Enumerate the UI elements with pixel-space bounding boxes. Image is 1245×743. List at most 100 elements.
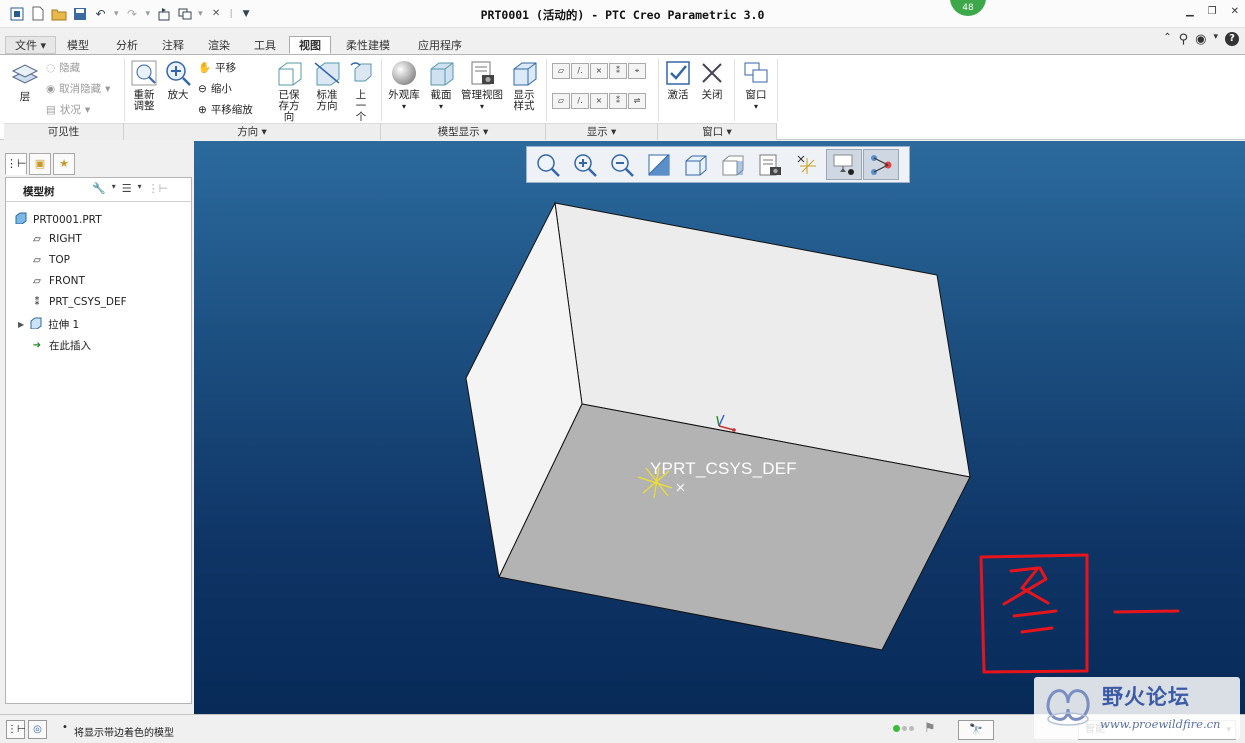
- regen-status-indicator[interactable]: [893, 725, 914, 732]
- group-divider: [381, 59, 382, 121]
- folder-browser-tab-icon[interactable]: ▣: [29, 153, 51, 175]
- windows-button[interactable]: 窗口 ▾: [739, 59, 773, 112]
- datum-display-filters-icon[interactable]: [789, 149, 825, 180]
- find-binoculars-icon[interactable]: 🔭: [958, 720, 994, 740]
- pan-zoom-button[interactable]: ⊕ 平移缩放: [198, 102, 253, 117]
- standard-orientation-button[interactable]: 标准方向: [310, 59, 344, 112]
- csys-display-icon[interactable]: ⁑: [609, 63, 627, 79]
- favorites-tab-icon[interactable]: ★: [53, 153, 75, 175]
- section-button[interactable]: 截面 ▾: [425, 59, 457, 112]
- csys-icon: ⁑: [34, 296, 40, 308]
- show-icon[interactable]: ☰: [122, 182, 132, 195]
- search-icon[interactable]: ⚲: [1179, 32, 1189, 47]
- view-manager-icon[interactable]: [752, 149, 788, 180]
- zoom-in-button[interactable]: 放大: [162, 59, 194, 101]
- tree-item-right[interactable]: ▱ RIGHT: [30, 233, 82, 245]
- window-controls: ▁ ❐ ✕: [1186, 6, 1239, 17]
- section-icon: [430, 62, 454, 86]
- settings-icon[interactable]: 🔧: [92, 182, 106, 195]
- toggle-browser-icon[interactable]: ◎: [28, 720, 47, 739]
- help-tools: ⌃ ⚲ ◉ ▾ ?: [1163, 32, 1239, 47]
- ribbon: 层 ◌ 隐藏 ◉ 取消隐藏 ▾ ▤ 状况 ▾ 重新调整 放大 ✋ 平移 ⊖ 缩小 ⊕ 平移缩放 …: [0, 54, 1245, 140]
- display-style-button[interactable]: 显示样式: [507, 59, 541, 112]
- axis-tag-icon[interactable]: /.: [571, 93, 589, 109]
- hide-button[interactable]: ◌ 隐藏: [46, 60, 80, 75]
- close-button[interactable]: 关闭: [697, 59, 727, 101]
- plane-display-icon[interactable]: ▱: [552, 63, 570, 79]
- annotation-display-icon[interactable]: [826, 149, 862, 180]
- graphics-window[interactable]: YPRT_CSYS_DEF 图一: [194, 141, 1245, 714]
- tab-view[interactable]: 视图: [289, 36, 331, 54]
- tree-item-extrude[interactable]: ▶ 拉伸 1: [18, 317, 79, 332]
- zoom-out-icon: ⊖: [198, 82, 207, 95]
- navigator-tabs: ⋮⊢ ▣ ★: [5, 153, 75, 175]
- layer-button[interactable]: 层: [8, 59, 42, 103]
- pan-button[interactable]: ✋ 平移: [198, 60, 236, 75]
- tree-item-insert-here[interactable]: ➜ 在此插入: [30, 338, 91, 353]
- spin-center-icon[interactable]: [863, 149, 899, 180]
- point-display-icon[interactable]: ×: [590, 63, 608, 79]
- chevron-down-icon[interactable]: ▾: [138, 182, 142, 195]
- group-window-label[interactable]: 窗口 ▾: [658, 123, 777, 140]
- tab-render[interactable]: 渲染: [198, 36, 240, 54]
- zoom-out-button[interactable]: ⊖ 缩小: [198, 81, 232, 96]
- tab-model[interactable]: 模型: [57, 36, 99, 54]
- tab-analysis[interactable]: 分析: [106, 36, 148, 54]
- chevron-down-icon[interactable]: ▾: [112, 182, 116, 195]
- group-divider: [734, 59, 735, 121]
- annotation-display-icon[interactable]: ⇌: [628, 93, 646, 109]
- status-button[interactable]: ▤ 状况 ▾: [46, 102, 90, 117]
- group-visibility-label[interactable]: 可见性: [4, 123, 124, 140]
- tab-file[interactable]: 文件 ▾: [5, 36, 57, 54]
- collapse-ribbon-icon[interactable]: ⌃: [1163, 32, 1171, 47]
- group-show-label[interactable]: 显示 ▾: [546, 123, 658, 140]
- appearance-gallery-button[interactable]: 外观库 ▾: [386, 59, 422, 112]
- close-icon[interactable]: ✕: [1231, 6, 1239, 17]
- model-canvas[interactable]: [194, 141, 1245, 714]
- help-icon[interactable]: ?: [1225, 32, 1239, 46]
- tree-item-part[interactable]: PRT0001.PRT: [14, 212, 102, 227]
- group-orientation-label[interactable]: 方向 ▾: [124, 123, 381, 140]
- toggle-navigator-icon[interactable]: ⋮⊢: [6, 720, 26, 739]
- csys-name: PRT_CSYS_DEF: [661, 459, 797, 478]
- tree-item-front[interactable]: ▱ FRONT: [30, 275, 85, 287]
- point-tag-icon[interactable]: ×: [590, 93, 608, 109]
- tree-item-top[interactable]: ▱ TOP: [30, 254, 70, 266]
- plane-tag-icon[interactable]: ▱: [552, 93, 570, 109]
- minimize-icon[interactable]: ▁: [1186, 6, 1194, 17]
- tab-flexible-modeling[interactable]: 柔性建模: [336, 36, 400, 54]
- display-style-icon[interactable]: [678, 149, 714, 180]
- community-icon[interactable]: ◉: [1195, 32, 1206, 47]
- csys-tag-icon[interactable]: ⁑: [609, 93, 627, 109]
- refit-button[interactable]: 重新调整: [128, 59, 160, 112]
- part-icon: [14, 212, 28, 227]
- axis-display-icon[interactable]: /.: [571, 63, 589, 79]
- refit-icon[interactable]: [530, 149, 566, 180]
- unhide-button[interactable]: ◉ 取消隐藏 ▾: [46, 81, 110, 96]
- saved-orientations-button[interactable]: 已保存方向: [272, 59, 306, 123]
- saved-orientations-icon[interactable]: [715, 149, 751, 180]
- csys-axis-label: Y: [650, 459, 662, 478]
- expand-arrow-icon[interactable]: ▶: [18, 320, 24, 329]
- chevron-down-icon[interactable]: ▾: [1213, 32, 1218, 47]
- model-tree-tab-icon[interactable]: ⋮⊢: [5, 153, 27, 175]
- flag-icon[interactable]: ⚑: [924, 721, 936, 736]
- repaint-icon[interactable]: [641, 149, 677, 180]
- group-model-display-label[interactable]: 模型显示 ▾: [381, 123, 546, 140]
- zoom-out-icon[interactable]: [604, 149, 640, 180]
- spin-center-icon[interactable]: ⌖: [628, 63, 646, 79]
- previous-button[interactable]: 上一个: [346, 59, 376, 123]
- tree-filter-icon[interactable]: ⋮⊢: [148, 182, 169, 195]
- activate-button[interactable]: 激活: [662, 59, 694, 101]
- tab-tools[interactable]: 工具: [244, 36, 286, 54]
- close-x-icon: [702, 63, 722, 83]
- navigator-panel: ⋮⊢ ▣ ★ 模型树 🔧 ▾ ☰ ▾ ⋮⊢ PRT0001.PRT ▱ RIGHT …: [0, 141, 194, 714]
- status-bullet: •: [62, 722, 68, 733]
- tab-annotate[interactable]: 注释: [152, 36, 194, 54]
- saved-orientation-icon: [278, 62, 302, 86]
- zoom-in-icon[interactable]: [567, 149, 603, 180]
- restore-icon[interactable]: ❐: [1208, 6, 1217, 17]
- tab-applications[interactable]: 应用程序: [408, 36, 472, 54]
- tree-item-csys[interactable]: ⁑ PRT_CSYS_DEF: [30, 296, 127, 308]
- manage-views-button[interactable]: 管理视图 ▾: [459, 59, 505, 112]
